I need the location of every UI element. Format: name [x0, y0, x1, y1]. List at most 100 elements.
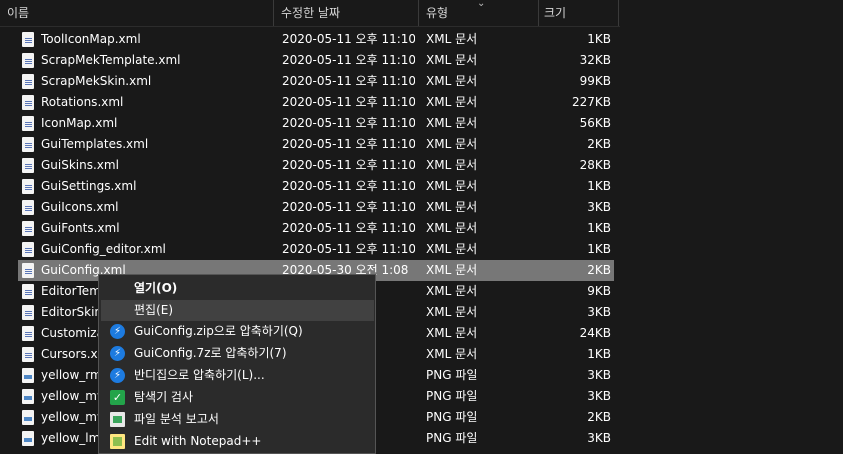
file-row[interactable]: GuiSkins.xml 2020-05-11 오후 11:10 XML 문서 28K… — [0, 155, 620, 176]
column-header-name[interactable]: 이름 — [0, 0, 274, 26]
xml-file-icon — [22, 179, 34, 194]
file-date: 2020-05-11 오후 11:10 — [282, 242, 415, 256]
file-type: XML 문서 — [426, 95, 478, 109]
file-size: 3KB — [587, 431, 611, 445]
file-size: 1KB — [587, 242, 611, 256]
file-size: 3KB — [587, 200, 611, 214]
file-size: 9KB — [587, 284, 611, 298]
context-menu-label: 편집(E) — [134, 303, 174, 317]
context-menu-item[interactable]: ⚡ GuiConfig.7z로 압축하기(7) — [101, 343, 374, 364]
file-type: PNG 파일 — [426, 389, 478, 403]
file-size: 1KB — [587, 347, 611, 361]
report-icon — [110, 412, 125, 427]
xml-file-icon — [22, 53, 34, 68]
file-size: 3KB — [587, 305, 611, 319]
context-menu-item[interactable]: ⚡ 반디집으로 압축하기(L)... — [101, 365, 374, 386]
file-size: 28KB — [579, 158, 611, 172]
file-row[interactable]: GuiSettings.xml 2020-05-11 오후 11:10 XML 문서… — [0, 176, 620, 197]
file-row[interactable]: GuiConfig_editor.xml 2020-05-11 오후 11:10 X… — [0, 239, 620, 260]
context-menu-item[interactable]: 파일 분석 보고서 — [101, 409, 374, 430]
file-type: XML 문서 — [426, 242, 478, 256]
file-date: 2020-05-11 오후 11:10 — [282, 74, 415, 88]
file-row[interactable]: IconMap.xml 2020-05-11 오후 11:10 XML 문서 56KB — [0, 113, 620, 134]
column-header-date-label: 수정한 날짜 — [281, 6, 341, 20]
xml-file-icon — [22, 137, 34, 152]
column-header-date[interactable]: 수정한 날짜 — [274, 0, 419, 26]
file-row[interactable]: GuiFonts.xml 2020-05-11 오후 11:10 XML 문서 1KB — [0, 218, 620, 239]
file-size: 1KB — [587, 179, 611, 193]
context-menu-label: GuiConfig.zip으로 압축하기(Q) — [134, 324, 303, 338]
file-type: XML 문서 — [426, 326, 478, 340]
file-type: XML 문서 — [426, 200, 478, 214]
xml-file-icon — [22, 74, 34, 89]
file-date: 2020-05-11 오후 11:10 — [282, 158, 415, 172]
xml-file-icon — [22, 200, 34, 215]
bandizip-icon: ⚡ — [110, 346, 125, 361]
bandizip-icon: ⚡ — [110, 324, 125, 339]
context-menu-item[interactable]: ⚡ GuiConfig.zip으로 압축하기(Q) — [101, 321, 374, 342]
column-header-size-label: 크기 — [544, 6, 567, 20]
context-menu-item[interactable]: Edit with Notepad++ — [101, 431, 374, 452]
file-name: IconMap.xml — [41, 116, 118, 130]
column-header-type-label: 유형 — [426, 6, 449, 20]
file-row[interactable]: Rotations.xml 2020-05-11 오후 11:10 XML 문서 22… — [0, 92, 620, 113]
column-header-size[interactable]: 크기 — [539, 0, 619, 26]
file-row[interactable]: GuiIcons.xml 2020-05-11 오후 11:10 XML 문서 3KB — [0, 197, 620, 218]
xml-file-icon — [22, 221, 34, 236]
file-name: GuiConfig_editor.xml — [41, 242, 166, 256]
file-name: ToolIconMap.xml — [41, 32, 141, 46]
sort-chevron-icon: ⌄ — [477, 0, 486, 9]
png-file-icon — [22, 389, 34, 404]
file-type: XML 문서 — [426, 221, 478, 235]
file-date: 2020-05-11 오후 11:10 — [282, 221, 415, 235]
file-size: 3KB — [587, 389, 611, 403]
file-date: 2020-05-11 오후 11:10 — [282, 53, 415, 67]
png-file-icon — [22, 410, 34, 425]
file-type: XML 문서 — [426, 263, 478, 277]
context-menu-item[interactable]: 편집(E) — [101, 300, 374, 321]
file-date: 2020-05-11 오후 11:10 — [282, 179, 415, 193]
file-size: 24KB — [579, 326, 611, 340]
file-type: XML 문서 — [426, 137, 478, 151]
file-row[interactable]: ScrapMekTemplate.xml 2020-05-11 오후 11:10 X… — [0, 50, 620, 71]
xml-file-icon — [22, 32, 34, 47]
file-name: GuiSettings.xml — [41, 179, 137, 193]
column-header-type[interactable]: ⌄ 유형 — [419, 0, 539, 26]
file-row[interactable]: ScrapMekSkin.xml 2020-05-11 오후 11:10 XML 문… — [0, 71, 620, 92]
xml-file-icon — [22, 326, 34, 341]
file-row[interactable]: GuiTemplates.xml 2020-05-11 오후 11:10 XML 문… — [0, 134, 620, 155]
file-type: XML 문서 — [426, 284, 478, 298]
context-menu-label: 파일 분석 보고서 — [134, 412, 219, 426]
file-type: PNG 파일 — [426, 410, 478, 424]
file-name: Rotations.xml — [41, 95, 124, 109]
file-type: XML 문서 — [426, 32, 478, 46]
file-type: XML 문서 — [426, 74, 478, 88]
xml-file-icon — [22, 284, 34, 299]
file-name: GuiIcons.xml — [41, 200, 119, 214]
context-menu-item[interactable]: 열기(O) — [101, 278, 374, 299]
file-name: GuiFonts.xml — [41, 221, 120, 235]
column-header-name-label: 이름 — [7, 6, 30, 20]
file-type: XML 문서 — [426, 116, 478, 130]
file-date: 2020-05-11 오후 11:10 — [282, 116, 415, 130]
xml-file-icon — [22, 242, 34, 257]
file-date: 2020-05-11 오후 11:10 — [282, 200, 415, 214]
file-size: 99KB — [579, 74, 611, 88]
context-menu-label: GuiConfig.7z로 압축하기(7) — [134, 346, 287, 360]
file-name: ScrapMekSkin.xml — [41, 74, 152, 88]
png-file-icon — [22, 431, 34, 446]
file-row[interactable]: ToolIconMap.xml 2020-05-11 오후 11:10 XML 문서… — [0, 29, 620, 50]
xml-file-icon — [22, 347, 34, 362]
context-menu-label: 반디집으로 압축하기(L)... — [134, 368, 265, 382]
file-size: 3KB — [587, 368, 611, 382]
file-type: XML 문서 — [426, 179, 478, 193]
file-size: 2KB — [587, 137, 611, 151]
file-date: 2020-05-11 오후 11:10 — [282, 32, 415, 46]
file-size: 227KB — [571, 95, 611, 109]
file-date: 2020-05-11 오후 11:10 — [282, 95, 415, 109]
file-name: ScrapMekTemplate.xml — [41, 53, 181, 67]
context-menu-item[interactable]: ✓ 탐색기 검사 — [101, 387, 374, 408]
context-menu-label: 열기(O) — [134, 281, 178, 295]
file-type: XML 문서 — [426, 305, 478, 319]
file-size: 56KB — [579, 116, 611, 130]
